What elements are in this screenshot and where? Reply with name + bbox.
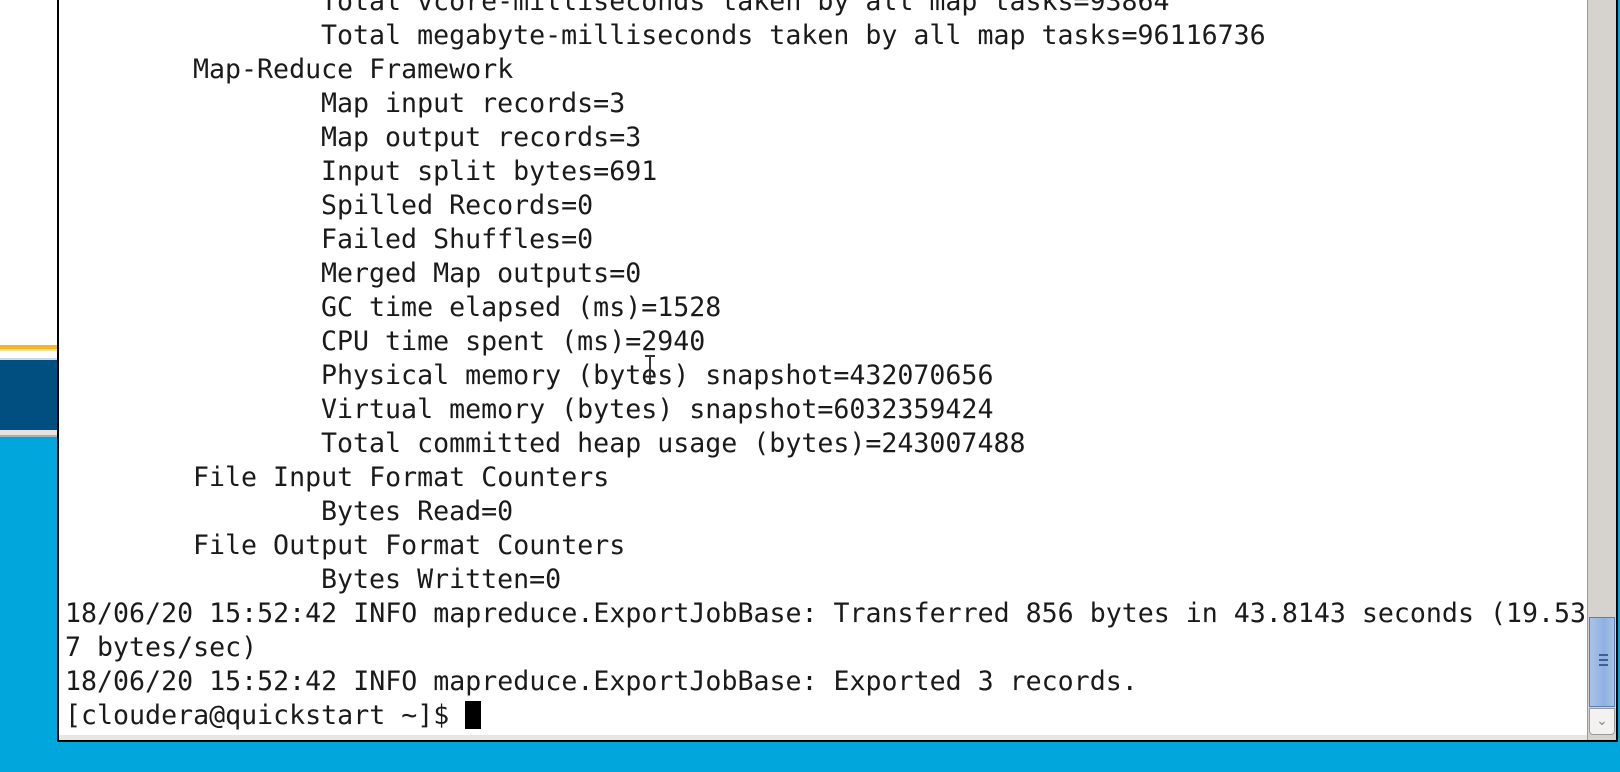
terminal-line: Merged Map outputs=0 (321, 258, 642, 289)
vertical-scrollbar[interactable]: ⌄ (1587, 0, 1616, 740)
shell-prompt: [cloudera@quickstart ~]$ (65, 700, 466, 731)
text-cursor (465, 701, 482, 729)
terminal-window[interactable]: Total vcore-milliseconds taken by all ma… (57, 0, 1618, 742)
desktop-background (0, 0, 59, 345)
terminal-line: File Input Format Counters (193, 462, 610, 493)
terminal-line: Virtual memory (bytes) snapshot=60323594… (321, 394, 994, 425)
terminal-line: 18/06/20 15:52:42 INFO mapreduce.ExportJ… (65, 666, 1138, 697)
terminal-line: CPU time spent (ms)=2940 (321, 326, 706, 357)
terminal-bottom-edge (59, 735, 1587, 740)
scrollbar-thumb[interactable] (1589, 617, 1615, 707)
terminal-line: Input split bytes=691 (321, 156, 658, 187)
terminal-line: Failed Shuffles=0 (321, 224, 594, 255)
terminal-line: File Output Format Counters (193, 530, 626, 561)
terminal-line: Total committed heap usage (bytes)=24300… (321, 428, 1026, 459)
terminal-line: 7 bytes/sec) (65, 632, 258, 663)
desktop-stripe (0, 435, 59, 437)
terminal-line: Bytes Written=0 (321, 564, 562, 595)
scroll-down-button[interactable]: ⌄ (1589, 708, 1615, 735)
terminal-line: GC time elapsed (ms)=1528 (321, 292, 722, 323)
terminal-line: Bytes Read=0 (321, 496, 514, 527)
terminal-line: 18/06/20 15:52:42 INFO mapreduce.ExportJ… (65, 598, 1587, 629)
terminal-line: Spilled Records=0 (321, 190, 594, 221)
terminal-line: Map input records=3 (321, 88, 626, 119)
terminal-line: Total vcore-milliseconds taken by all ma… (321, 0, 1170, 17)
terminal-line: Map-Reduce Framework (193, 54, 514, 85)
grip-icon (1599, 654, 1608, 656)
terminal-output[interactable]: Total vcore-milliseconds taken by all ma… (65, 0, 1587, 733)
prompt-line[interactable]: [cloudera@quickstart ~]$ (65, 699, 1585, 733)
chevron-down-icon: ⌄ (1596, 713, 1608, 729)
terminal-line: Total megabyte-milliseconds taken by all… (321, 20, 1266, 51)
terminal-line: Physical memory (bytes) snapshot=4320706… (321, 360, 994, 391)
mouse-ibeam-cursor-icon (645, 355, 655, 383)
desktop-stripe (0, 351, 59, 358)
desktop-band (0, 360, 59, 430)
terminal-line: Map output records=3 (321, 122, 642, 153)
